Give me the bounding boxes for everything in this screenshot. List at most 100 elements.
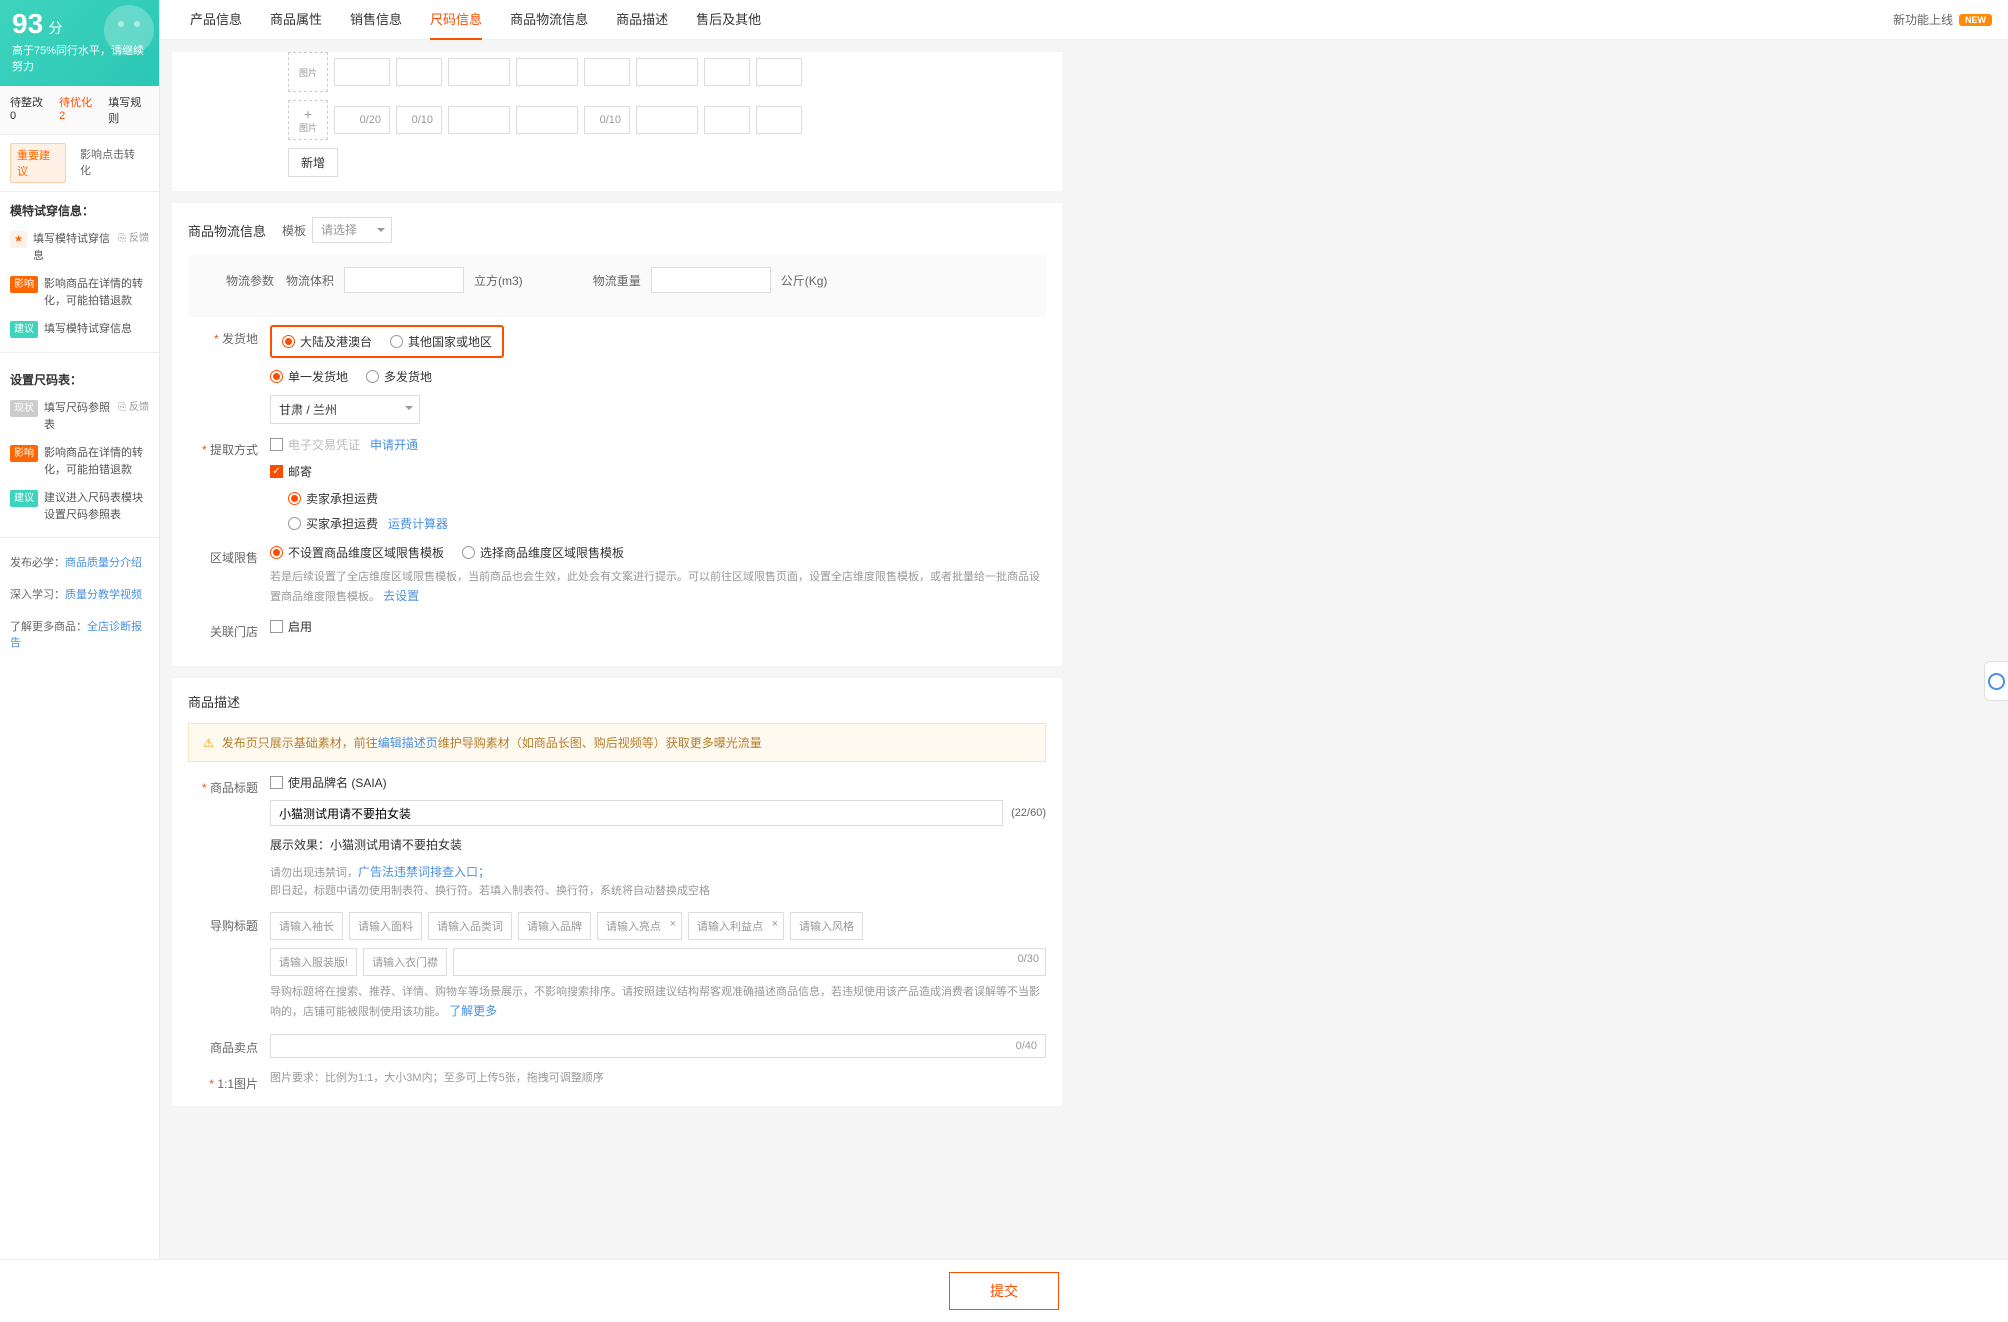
tab-after-sales[interactable]: 售后及其他 — [682, 0, 775, 40]
size-input-row-2: +图片 0/20 0/10 0/10 — [288, 100, 1046, 140]
guide-benefit-input[interactable]: 请输入利益点× — [688, 912, 784, 940]
tabs-bar: 产品信息 商品属性 销售信息 尺码信息 商品物流信息 商品描述 售后及其他 新功… — [160, 0, 2008, 40]
apply-open-link[interactable]: 申请开通 — [370, 436, 418, 453]
size-cell[interactable]: 0/20 — [334, 106, 390, 134]
size-cell[interactable]: 0/10 — [584, 106, 630, 134]
img-upload-box[interactable]: 图片 — [288, 52, 328, 92]
guide-highlight-input[interactable]: 请输入亮点× — [597, 912, 682, 940]
guide-fabric-input[interactable]: 请输入面料 — [349, 912, 422, 940]
size-status-item[interactable]: 现状 填写尺码参照表 ⎘ 反馈 — [0, 394, 159, 439]
size-cell[interactable]: 0/10 — [396, 106, 442, 134]
plus-icon: + — [304, 107, 312, 121]
product-title-input[interactable] — [270, 800, 1003, 826]
size-cell[interactable] — [334, 58, 390, 86]
edit-desc-link[interactable]: 编辑描述页 — [378, 736, 438, 750]
sellpoint-label: 商品卖点 — [188, 1034, 258, 1056]
new-feature[interactable]: 新功能上线 NEW — [1893, 11, 1992, 28]
checkbox-post[interactable]: 邮寄 — [270, 463, 312, 480]
size-input-row-1: 图片 — [288, 52, 1046, 92]
title-char-count: (22/60) — [1011, 807, 1046, 819]
pill-important[interactable]: 重要建议 — [10, 143, 66, 183]
tab-product-desc[interactable]: 商品描述 — [602, 0, 682, 40]
quality-intro-link[interactable]: 商品质量分介绍 — [65, 557, 142, 569]
status-pending-fix[interactable]: 待整改 0 — [10, 94, 49, 126]
learn-deeper-row: 深入学习：质量分教学视频 — [0, 578, 159, 610]
status-row: 待整改 0 待优化 2 填写规则 — [0, 86, 159, 135]
quality-video-link[interactable]: 质量分教学视频 — [65, 589, 142, 601]
ad-law-link[interactable]: 广告法违禁词排查入口； — [358, 865, 490, 879]
weight-input[interactable] — [651, 267, 771, 293]
learn-more-link[interactable]: 了解更多 — [449, 1004, 497, 1018]
location-dropdown[interactable]: 甘肃 / 兰州 — [270, 395, 420, 424]
close-icon[interactable]: × — [772, 918, 778, 930]
star-icon: ★ — [10, 231, 27, 248]
radio-other-countries[interactable]: 其他国家或地区 — [390, 333, 492, 350]
desc-tip-banner: ⚠ 发布页只展示基础素材，前往编辑描述页维护导购素材（如商品长图、购后视频等）获… — [188, 723, 1046, 762]
size-cell[interactable] — [396, 58, 442, 86]
size-advice-item: 建议 建议进入尺码表模块设置尺码参照表 — [0, 484, 159, 529]
main-content: 产品信息 商品属性 销售信息 尺码信息 商品物流信息 商品描述 售后及其他 新功… — [160, 0, 2008, 1322]
size-cell[interactable] — [448, 58, 510, 86]
sellpoint-input[interactable]: 0/40 — [270, 1034, 1046, 1058]
feedback-link[interactable]: ⎘ 反馈 — [118, 231, 149, 246]
float-help-widget[interactable] — [1984, 661, 2008, 701]
checkbox-enable-store[interactable]: 启用 — [270, 618, 312, 635]
model-star-item[interactable]: ★ 填写模特试穿信息 ⎘ 反馈 — [0, 225, 159, 270]
status-fill-rules[interactable]: 填写规则 — [108, 94, 149, 126]
radio-single-ship[interactable]: 单一发货地 — [270, 368, 348, 385]
model-info-title: 模特试穿信息： — [0, 192, 159, 225]
radio-mainland-hk-mo-tw[interactable]: 大陆及港澳台 — [282, 333, 372, 350]
pickup-label: 提取方式 — [188, 436, 258, 458]
img-upload-plus-box[interactable]: +图片 — [288, 100, 328, 140]
guide-sleeve-input[interactable]: 请输入袖长 — [270, 912, 343, 940]
template-select[interactable]: 请选择 — [312, 217, 392, 243]
radio-seller-freight[interactable]: 卖家承担运费 — [288, 490, 378, 507]
tab-logistics-info[interactable]: 商品物流信息 — [496, 0, 602, 40]
params-label: 物流参数 — [204, 267, 274, 289]
submit-button[interactable]: 提交 — [949, 1272, 1059, 1310]
pill-click-convert[interactable]: 影响点击转化 — [74, 143, 149, 183]
guide-style-input[interactable]: 请输入风格 — [790, 912, 863, 940]
freight-calc-link[interactable]: 运费计算器 — [388, 515, 448, 532]
tab-size-info[interactable]: 尺码信息 — [416, 0, 496, 40]
tab-product-attr[interactable]: 商品属性 — [256, 0, 336, 40]
size-cell[interactable] — [704, 58, 750, 86]
size-cell[interactable] — [636, 106, 698, 134]
store-label: 关联门店 — [188, 618, 258, 640]
size-cell[interactable] — [704, 106, 750, 134]
guide-title-label: 导购标题 — [188, 912, 258, 934]
size-cell[interactable] — [516, 106, 578, 134]
volume-input[interactable] — [344, 267, 464, 293]
to-setting-link[interactable]: 去设置 — [383, 589, 419, 603]
size-cell[interactable] — [636, 58, 698, 86]
size-cell[interactable] — [448, 106, 510, 134]
size-impact-item: 影响 影响商品在详情的转化，可能拍错退款 — [0, 439, 159, 484]
guide-brand-input[interactable]: 请输入品牌 — [518, 912, 591, 940]
advice-tag: 建议 — [10, 321, 38, 338]
tab-sales-info[interactable]: 销售信息 — [336, 0, 416, 40]
add-row-button[interactable]: 新增 — [288, 148, 338, 177]
tab-product-info[interactable]: 产品信息 — [176, 0, 256, 40]
size-cell[interactable] — [584, 58, 630, 86]
status-pending-optimize[interactable]: 待优化 2 — [59, 94, 98, 126]
impact-tag: 影响 — [10, 445, 38, 462]
radio-multi-ship[interactable]: 多发货地 — [366, 368, 432, 385]
size-cell[interactable] — [756, 58, 802, 86]
size-cell[interactable] — [756, 106, 802, 134]
feedback-link[interactable]: ⎘ 反馈 — [118, 400, 149, 415]
guide-placket-input[interactable]: 请输入衣门襟 — [363, 948, 447, 976]
close-icon[interactable]: × — [670, 918, 676, 930]
logistics-title: 商品物流信息 — [188, 221, 266, 240]
checkbox-ecert[interactable]: 电子交易凭证 — [270, 436, 360, 453]
desc-title: 商品描述 — [188, 692, 1030, 711]
radio-buyer-freight[interactable]: 买家承担运费 — [288, 515, 378, 532]
description-card: 商品描述 ⚠ 发布页只展示基础素材，前往编辑描述页维护导购素材（如商品长图、购后… — [172, 678, 1062, 1105]
size-cell[interactable] — [516, 58, 578, 86]
radio-region-limit-template[interactable]: 选择商品维度区域限售模板 — [462, 544, 624, 561]
radio-no-region-limit[interactable]: 不设置商品维度区域限售模板 — [270, 544, 444, 561]
score-card: 93 分 高于75%同行水平，请继续努力 — [0, 0, 159, 86]
guide-fit-input[interactable]: 请输入服装版! — [270, 948, 357, 976]
advice-tag: 建议 — [10, 490, 38, 507]
guide-category-input[interactable]: 请输入品类词 — [428, 912, 512, 940]
checkbox-use-brand[interactable]: 使用品牌名 (SAIA) — [270, 774, 387, 791]
